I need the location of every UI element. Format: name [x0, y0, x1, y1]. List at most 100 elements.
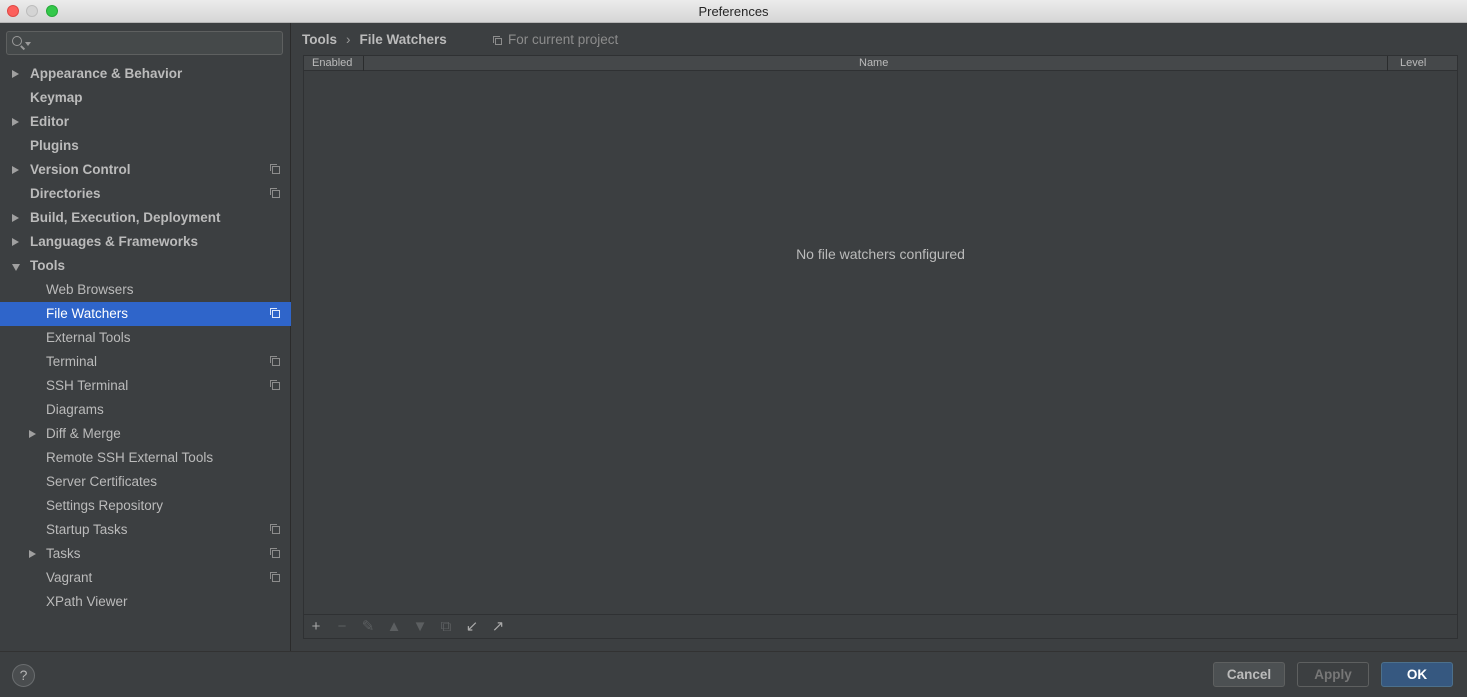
- settings-sidebar: Appearance & Behavior Keymap Editor Plugins…: [0, 23, 291, 651]
- sidebar-item-build-execution-deployment[interactable]: Build, Execution, Deployment: [0, 206, 291, 230]
- sidebar-item-label: External Tools: [46, 330, 131, 345]
- sidebar-item-vagrant[interactable]: Vagrant: [0, 566, 291, 590]
- breadcrumb-item-file-watchers: File Watchers: [359, 32, 447, 47]
- column-header-level[interactable]: Level: [1400, 57, 1426, 70]
- sidebar-item-settings-repository[interactable]: Settings Repository: [0, 494, 291, 518]
- sidebar-item-label: Vagrant: [46, 570, 93, 585]
- search-history-dropdown-icon[interactable]: [25, 42, 31, 46]
- move-up-icon[interactable]: ▲: [386, 619, 402, 635]
- sidebar-item-label: Directories: [30, 186, 101, 201]
- breadcrumb-separator: ›: [346, 32, 351, 47]
- sidebar-item-version-control[interactable]: Version Control: [0, 158, 291, 182]
- sidebar-item-label: SSH Terminal: [46, 378, 129, 393]
- sidebar-item-file-watchers[interactable]: File Watchers: [0, 302, 291, 326]
- apply-button[interactable]: Apply: [1297, 662, 1369, 687]
- sidebar-item-terminal[interactable]: Terminal: [0, 350, 291, 374]
- search-icon[interactable]: [12, 36, 22, 46]
- project-scope-icon: [270, 572, 280, 582]
- sidebar-item-label: Diff & Merge: [46, 426, 121, 441]
- settings-search-input[interactable]: [35, 34, 275, 52]
- sidebar-item-remote-ssh-external-tools[interactable]: Remote SSH External Tools: [0, 446, 291, 470]
- sidebar-item-label: Remote SSH External Tools: [46, 450, 214, 465]
- dialog-footer: ? Cancel Apply OK: [0, 651, 1467, 697]
- sidebar-item-label: Server Certificates: [46, 474, 158, 489]
- sidebar-item-startup-tasks[interactable]: Startup Tasks: [0, 518, 291, 542]
- copy-icon[interactable]: ⧉: [438, 619, 454, 635]
- scope-label: For current project: [508, 32, 619, 47]
- sidebar-item-keymap[interactable]: Keymap: [0, 86, 291, 110]
- sidebar-item-label: XPath Viewer: [46, 594, 128, 609]
- sidebar-item-label: Tools: [30, 258, 65, 273]
- project-scope-icon: [270, 524, 280, 534]
- collapsed-arrow-icon[interactable]: [12, 166, 19, 174]
- window-title: Preferences: [698, 4, 769, 19]
- column-header-name[interactable]: Name: [859, 57, 888, 70]
- sidebar-item-diff-merge[interactable]: Diff & Merge: [0, 422, 291, 446]
- table-toolbar: + − ✎ ▲ ▼ ⧉ ↙ ↗: [304, 614, 1457, 638]
- sidebar-item-directories[interactable]: Directories: [0, 182, 291, 206]
- settings-tree: Appearance & Behavior Keymap Editor Plugins…: [0, 62, 291, 614]
- sidebar-item-label: Editor: [30, 114, 69, 129]
- export-icon[interactable]: ↗: [490, 619, 506, 635]
- import-icon[interactable]: ↙: [464, 619, 480, 635]
- collapsed-arrow-icon[interactable]: [29, 430, 36, 438]
- project-scope-icon: [270, 164, 280, 174]
- move-down-icon[interactable]: ▼: [412, 619, 428, 635]
- scope-indicator: For current project: [492, 32, 618, 47]
- project-scope-icon: [270, 188, 280, 198]
- collapsed-arrow-icon[interactable]: [12, 118, 19, 126]
- project-scope-icon: [270, 308, 280, 318]
- sidebar-item-label: Settings Repository: [46, 498, 164, 513]
- sidebar-item-label: Languages & Frameworks: [30, 234, 199, 249]
- sidebar-item-label: File Watchers: [46, 306, 129, 321]
- settings-content: Tools › File Watchers For current project …: [291, 23, 1467, 651]
- remove-icon[interactable]: −: [334, 619, 350, 635]
- table-header: Enabled Name Level: [304, 56, 1457, 71]
- empty-table-message: No file watchers configured: [796, 246, 965, 262]
- collapsed-arrow-icon[interactable]: [12, 70, 19, 78]
- sidebar-item-label: Terminal: [46, 354, 98, 369]
- sidebar-item-label: Build, Execution, Deployment: [30, 210, 221, 225]
- column-header-enabled[interactable]: Enabled: [312, 57, 352, 70]
- sidebar-item-editor[interactable]: Editor: [0, 110, 291, 134]
- sidebar-item-ssh-terminal[interactable]: SSH Terminal: [0, 374, 291, 398]
- sidebar-item-external-tools[interactable]: External Tools: [0, 326, 291, 350]
- sidebar-item-languages-frameworks[interactable]: Languages & Frameworks: [0, 230, 291, 254]
- help-button[interactable]: ?: [12, 664, 35, 687]
- sidebar-item-label: Version Control: [30, 162, 131, 177]
- column-divider[interactable]: [363, 56, 364, 71]
- sidebar-item-web-browsers[interactable]: Web Browsers: [0, 278, 291, 302]
- collapsed-arrow-icon[interactable]: [29, 550, 36, 558]
- sidebar-item-label: Keymap: [30, 90, 83, 105]
- sidebar-item-diagrams[interactable]: Diagrams: [0, 398, 291, 422]
- edit-icon[interactable]: ✎: [360, 619, 376, 635]
- sidebar-item-label: Plugins: [30, 138, 79, 153]
- sidebar-item-label: Tasks: [46, 546, 81, 561]
- expanded-arrow-icon[interactable]: [12, 264, 20, 271]
- ok-button[interactable]: OK: [1381, 662, 1453, 687]
- sidebar-item-label: Appearance & Behavior: [30, 66, 183, 81]
- file-watchers-table[interactable]: Enabled Name Level No file watchers conf…: [303, 55, 1458, 639]
- sidebar-item-label: Web Browsers: [46, 282, 134, 297]
- project-scope-icon: [493, 36, 502, 45]
- sidebar-item-plugins[interactable]: Plugins: [0, 134, 291, 158]
- collapsed-arrow-icon[interactable]: [12, 238, 19, 246]
- cancel-button[interactable]: Cancel: [1213, 662, 1285, 687]
- project-scope-icon: [270, 548, 280, 558]
- breadcrumb: Tools › File Watchers: [302, 32, 447, 50]
- sidebar-item-label: Startup Tasks: [46, 522, 128, 537]
- project-scope-icon: [270, 356, 280, 366]
- sidebar-item-tools[interactable]: Tools: [0, 254, 291, 278]
- sidebar-item-tasks[interactable]: Tasks: [0, 542, 291, 566]
- sidebar-item-server-certificates[interactable]: Server Certificates: [0, 470, 291, 494]
- settings-search-box[interactable]: [6, 31, 283, 55]
- column-divider[interactable]: [1387, 56, 1388, 71]
- sidebar-item-xpath-viewer[interactable]: XPath Viewer: [0, 590, 291, 614]
- breadcrumb-item-tools[interactable]: Tools: [302, 32, 337, 47]
- sidebar-item-label: Diagrams: [46, 402, 104, 417]
- sidebar-item-appearance-behavior[interactable]: Appearance & Behavior: [0, 62, 291, 86]
- project-scope-icon: [270, 380, 280, 390]
- add-icon[interactable]: +: [308, 619, 324, 635]
- collapsed-arrow-icon[interactable]: [12, 214, 19, 222]
- title-bar: Preferences: [0, 0, 1467, 23]
